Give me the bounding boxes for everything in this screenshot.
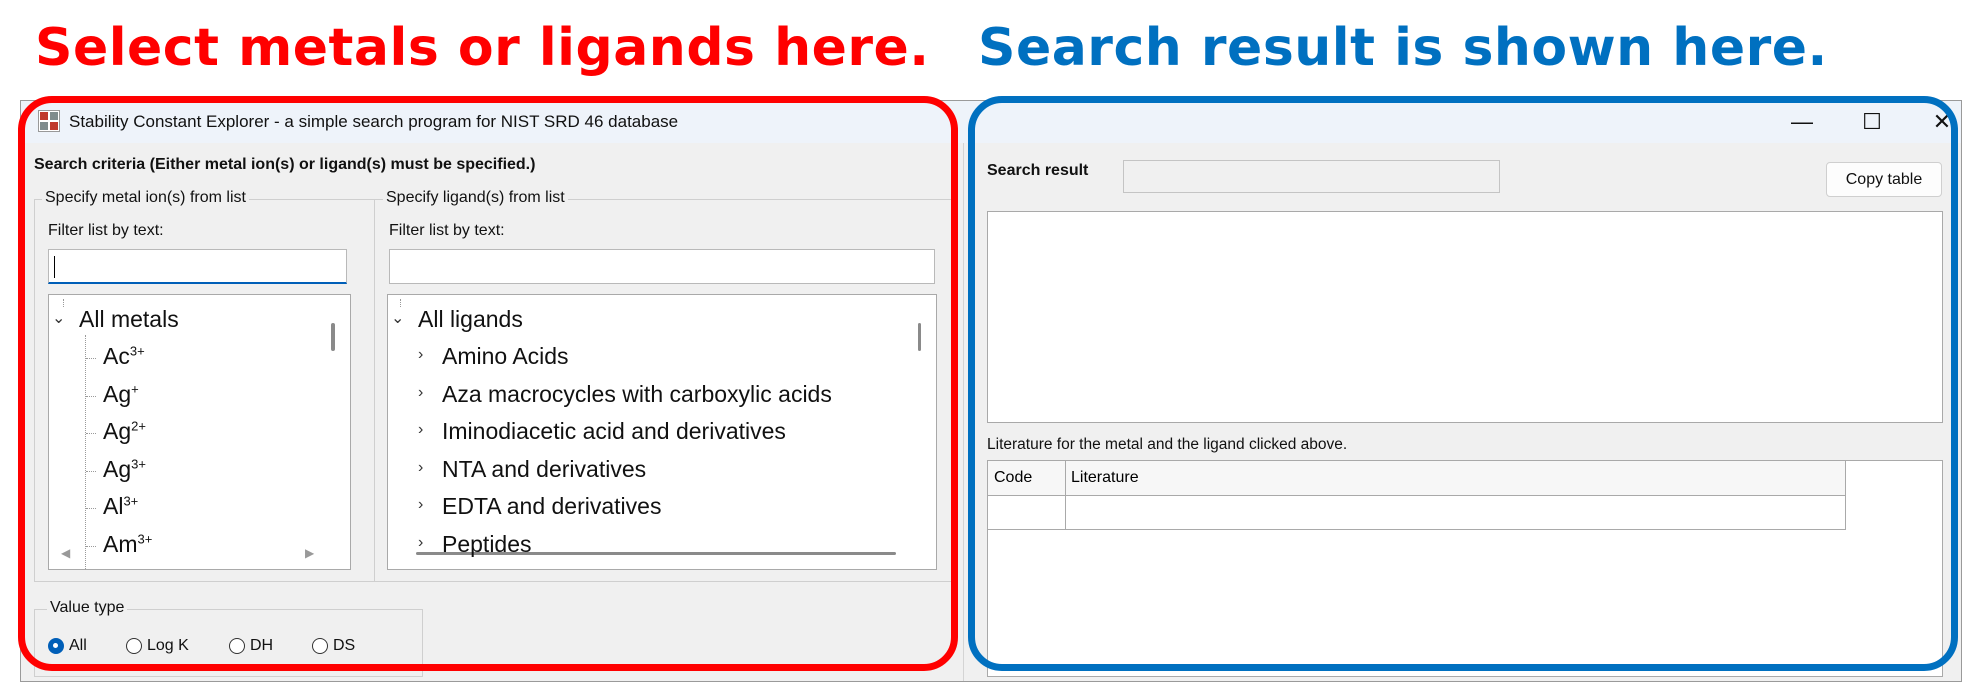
- column-divider: [1065, 461, 1066, 529]
- value-type-label[interactable]: DH: [250, 637, 273, 655]
- left-annotation: Select metals or ligands here.: [35, 18, 930, 78]
- tree-line: [86, 433, 96, 434]
- column-header-literature[interactable]: Literature: [1071, 469, 1139, 487]
- metal-charge: 3+: [131, 455, 146, 471]
- chevron-right-icon[interactable]: ›: [418, 421, 423, 439]
- tree-line: [400, 299, 401, 307]
- search-result-label: Search result: [987, 162, 1089, 179]
- copy-table-button[interactable]: Copy table: [1826, 162, 1942, 197]
- ligands-vertical-scrollbar[interactable]: [918, 323, 921, 351]
- minimize-button[interactable]: —: [1767, 101, 1837, 143]
- tree-node-ligand-category[interactable]: Aza macrocycles with carboxylic acids: [442, 381, 832, 408]
- chevron-down-icon[interactable]: ⌄: [52, 308, 65, 328]
- ligands-filter-input[interactable]: [389, 249, 935, 284]
- value-type-radio[interactable]: [229, 638, 245, 654]
- tree-node-metal[interactable]: Am3+: [103, 531, 152, 558]
- tree-line: [86, 545, 96, 547]
- column-header-code[interactable]: Code: [994, 469, 1032, 487]
- literature-grid[interactable]: Code Literature: [987, 460, 1943, 677]
- chevron-right-icon[interactable]: ›: [418, 534, 423, 552]
- search-result-field: [1123, 160, 1500, 193]
- metals-filter-label: Filter list by text:: [48, 222, 164, 239]
- title-bar[interactable]: Stability Constant Explorer - a simple s…: [21, 101, 1961, 143]
- chevron-down-icon[interactable]: ⌄: [391, 308, 404, 328]
- chevron-right-icon[interactable]: ›: [418, 459, 423, 477]
- tree-node-ligand-category[interactable]: EDTA and derivatives: [442, 493, 661, 520]
- value-type-radio[interactable]: [126, 638, 142, 654]
- metals-filter-input[interactable]: [48, 249, 347, 284]
- metal-symbol: Al: [103, 493, 124, 519]
- metal-symbol: Ag: [103, 455, 132, 482]
- ligands-group-title: Specify ligand(s) from list: [383, 189, 568, 207]
- value-type-radio[interactable]: [312, 638, 328, 654]
- tree-line: [86, 508, 96, 509]
- window-title: Stability Constant Explorer - a simple s…: [69, 112, 679, 131]
- metal-charge: 3+: [123, 493, 139, 509]
- minimize-icon: —: [1791, 109, 1813, 134]
- metal-symbol: Ag: [103, 418, 132, 444]
- metals-group-title: Specify metal ion(s) from list: [42, 189, 249, 207]
- app-icon: [38, 110, 60, 132]
- text-caret: [54, 256, 55, 278]
- chevron-right-icon[interactable]: ›: [418, 496, 423, 514]
- metal-charge: 2+: [131, 418, 146, 434]
- value-type-title: Value type: [47, 599, 128, 617]
- metal-symbol: Ac: [103, 343, 130, 369]
- literature-label: Literature for the metal and the ligand …: [987, 436, 1348, 453]
- value-type-radio[interactable]: [48, 638, 64, 654]
- metal-charge: +: [131, 380, 139, 396]
- search-result-grid[interactable]: [987, 211, 1943, 423]
- metal-symbol: Am: [103, 530, 138, 557]
- tree-node-metal[interactable]: Ag+: [103, 381, 139, 408]
- right-annotation: Search result is shown here.: [978, 18, 1828, 78]
- value-type-label[interactable]: DS: [333, 637, 355, 655]
- tree-node-all-ligands[interactable]: All ligands: [418, 306, 523, 333]
- search-criteria-label: Search criteria (Either metal ion(s) or …: [34, 156, 536, 173]
- app-window: Stability Constant Explorer - a simple s…: [20, 100, 1962, 682]
- maximize-icon: ☐: [1862, 109, 1882, 134]
- splitter[interactable]: [963, 143, 964, 681]
- chevron-right-icon[interactable]: ›: [418, 346, 423, 364]
- value-type-label[interactable]: Log K: [147, 637, 189, 655]
- metal-charge: 3+: [137, 530, 153, 546]
- tree-node-metal[interactable]: Ag2+: [103, 418, 146, 445]
- metal-symbol: Ag: [103, 380, 132, 407]
- tree-line: [86, 395, 96, 397]
- literature-table: Code Literature: [988, 461, 1846, 530]
- tree-node-ligand-category[interactable]: Iminodiacetic acid and derivatives: [442, 418, 786, 445]
- chevron-right-icon[interactable]: ›: [418, 384, 423, 402]
- tree-node-ligand-category[interactable]: Amino Acids: [442, 343, 569, 370]
- ligands-filter-label: Filter list by text:: [389, 222, 505, 239]
- tree-node-all-metals[interactable]: All metals: [79, 306, 179, 333]
- tree-line: [63, 299, 64, 307]
- tree-node-ligand-category[interactable]: Peptides: [442, 531, 532, 558]
- metal-charge: 3+: [129, 343, 145, 359]
- metals-tree[interactable]: ⌄ All metals ◀ ▶ Ac3+ Ag+ Ag2+ Ag3+ Al3+ Am3+: [48, 294, 351, 570]
- ligands-tree[interactable]: ⌄ All ligands › Amino Acids › Aza macrocycl…: [387, 294, 937, 570]
- tree-line: [85, 335, 86, 569]
- tree-node-metal[interactable]: Al3+: [103, 493, 138, 520]
- metals-vertical-scrollbar[interactable]: [331, 323, 335, 351]
- close-icon: ✕: [1932, 109, 1952, 134]
- tree-node-metal[interactable]: Ac3+: [103, 343, 145, 370]
- scroll-right-icon[interactable]: ▶: [305, 546, 314, 560]
- tree-node-ligand-category[interactable]: NTA and derivatives: [442, 456, 646, 483]
- tree-line: [86, 358, 96, 359]
- tree-node-metal[interactable]: Ag3+: [103, 456, 146, 483]
- value-type-label[interactable]: All: [69, 637, 87, 655]
- close-button[interactable]: ✕: [1907, 101, 1961, 143]
- tree-line: [86, 470, 96, 472]
- scroll-left-icon[interactable]: ◀: [61, 546, 70, 560]
- maximize-button[interactable]: ☐: [1837, 101, 1907, 143]
